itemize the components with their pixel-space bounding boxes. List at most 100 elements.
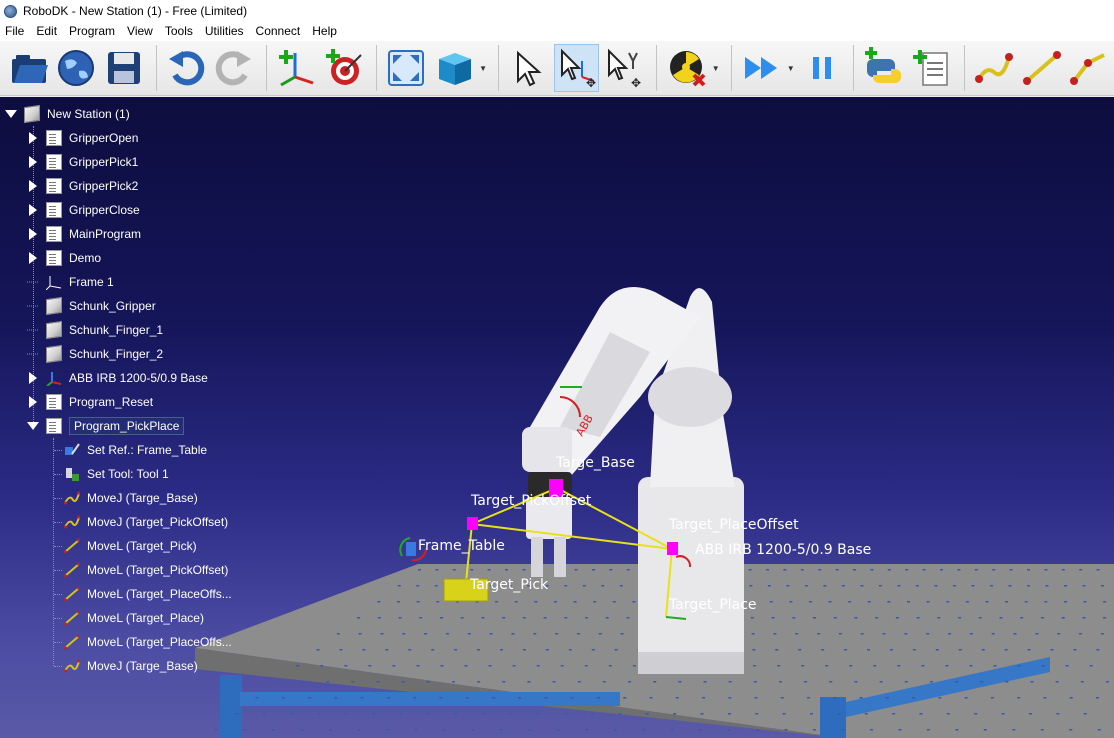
menu-edit[interactable]: Edit [31, 22, 64, 41]
table-hole [471, 729, 475, 731]
table-hole [1083, 713, 1087, 715]
collapse-arrow-icon[interactable] [4, 107, 18, 121]
move-reference-button[interactable]: ✥ [553, 44, 600, 92]
web-button[interactable] [54, 44, 100, 92]
label-target-placeoffset[interactable]: Target_PlaceOffset [669, 517, 799, 533]
collision-check-button[interactable] [664, 44, 710, 92]
add-joint-move-button[interactable] [971, 44, 1017, 92]
target-pickoffset-marker[interactable] [467, 517, 478, 530]
view-cube-button[interactable] [431, 44, 477, 92]
program-instruction[interactable]: MoveL (Target_Place) [54, 607, 204, 629]
table-hole [912, 697, 916, 699]
view-dropdown-arrow[interactable]: ▼ [479, 44, 488, 92]
program-icon [46, 250, 62, 266]
tree-item-gripperpick2[interactable]: GripperPick2 [26, 175, 138, 197]
title-bar: RoboDK - New Station (1) - Free (Limited… [0, 0, 1114, 22]
tree-connector [54, 666, 62, 667]
program-instruction[interactable]: MoveL (Target_Pick) [54, 535, 197, 557]
tree-item-program-reset[interactable]: Program_Reset [26, 391, 153, 413]
table-hole [1089, 665, 1093, 667]
tree-item-demo[interactable]: Demo [26, 247, 101, 269]
menu-view[interactable]: View [122, 22, 160, 41]
select-button[interactable] [506, 44, 552, 92]
add-program-button[interactable] [909, 44, 955, 92]
open-button[interactable] [6, 44, 52, 92]
menu-connect[interactable]: Connect [251, 22, 308, 41]
fast-simulation-button[interactable] [739, 44, 785, 92]
tree-root[interactable]: New Station (1) [4, 103, 130, 125]
table-hole [829, 681, 833, 683]
tree-item-abb-irb-1200-5-0-9-base[interactable]: ABB IRB 1200-5/0.9 Base [26, 367, 208, 389]
label-target-pickoffset[interactable]: Target_PickOffset [471, 493, 591, 509]
label-target-place[interactable]: Target_Place [669, 597, 757, 613]
table-hole [804, 585, 808, 587]
program-instruction[interactable]: Set Ref.: Frame_Table [54, 439, 207, 461]
menu-tools[interactable]: Tools [160, 22, 200, 41]
redo-button[interactable] [211, 44, 257, 92]
table-hole [614, 649, 618, 651]
table-hole [841, 585, 845, 587]
table-hole [488, 665, 492, 667]
collapse-arrow-icon[interactable] [26, 419, 40, 433]
tree-item-mainprogram[interactable]: MainProgram [26, 223, 141, 245]
menu-help[interactable]: Help [307, 22, 344, 41]
table-hole [1044, 569, 1048, 571]
expand-arrow-icon[interactable] [26, 251, 40, 265]
label-target-pick[interactable]: Target_Pick [470, 577, 548, 593]
move-tool-button[interactable]: ✥ [601, 44, 647, 92]
expand-arrow-icon[interactable] [26, 131, 40, 145]
program-instruction[interactable]: MoveL (Target_PlaceOffs... [54, 583, 232, 605]
label-targe-base[interactable]: Targe_Base [556, 455, 635, 471]
program-instruction[interactable]: MoveJ (Targe_Base) [54, 487, 198, 509]
tree-item-program-pickplace[interactable]: Program_PickPlace [26, 415, 185, 437]
tree-connector [54, 570, 62, 571]
tree-item-frame-1[interactable]: Frame 1 [26, 271, 114, 293]
table-hole [748, 569, 752, 571]
expand-arrow-icon[interactable] [26, 395, 40, 409]
program-instruction[interactable]: MoveJ (Targe_Base) [54, 655, 198, 677]
table-hole [1027, 569, 1030, 571]
collision-dropdown-arrow[interactable]: ▼ [711, 44, 720, 92]
add-linear-move-button[interactable] [1019, 44, 1065, 92]
table-hole [965, 601, 969, 603]
table-hole [1041, 665, 1045, 667]
expand-arrow-icon[interactable] [26, 179, 40, 193]
label-frame-table[interactable]: Frame_Table [418, 538, 505, 554]
main-toolbar: ▼ ✥ ✥ ▼ ▼ [0, 41, 1114, 96]
toolbar-separator [498, 45, 500, 91]
add-circular-move-button[interactable] [1067, 44, 1113, 92]
tree-item-schunk-finger-1[interactable]: Schunk_Finger_1 [26, 319, 163, 341]
tree-item-gripperpick1[interactable]: GripperPick1 [26, 151, 138, 173]
table-hole [848, 601, 852, 603]
table-hole [358, 633, 362, 635]
tree-root-label: New Station (1) [47, 107, 130, 121]
menu-program[interactable]: Program [64, 22, 122, 41]
save-button[interactable] [101, 44, 147, 92]
add-python-button[interactable] [861, 44, 907, 92]
program-instruction[interactable]: MoveL (Target_PlaceOffs... [54, 631, 232, 653]
program-instruction[interactable]: MoveL (Target_PickOffset) [54, 559, 228, 581]
fit-all-button[interactable] [384, 44, 430, 92]
expand-arrow-icon[interactable] [26, 371, 40, 385]
table-hole [946, 601, 950, 603]
pause-button[interactable] [799, 44, 845, 92]
simulation-dropdown-arrow[interactable]: ▼ [786, 44, 795, 92]
3d-viewport[interactable]: ABB Targe_Base Target_PickOffset Target_… [0, 97, 1114, 738]
add-frame-button[interactable] [274, 44, 320, 92]
menu-file[interactable]: File [0, 22, 31, 41]
table-hole [800, 569, 804, 571]
menu-utilities[interactable]: Utilities [200, 22, 251, 41]
target-placeoffset-marker[interactable] [667, 542, 678, 555]
expand-arrow-icon[interactable] [26, 155, 40, 169]
tree-item-schunk-gripper[interactable]: Schunk_Gripper [26, 295, 156, 317]
program-instruction[interactable]: Set Tool: Tool 1 [54, 463, 169, 485]
expand-arrow-icon[interactable] [26, 227, 40, 241]
undo-button[interactable] [164, 44, 210, 92]
program-instruction[interactable]: MoveJ (Target_PickOffset) [54, 511, 228, 533]
tree-item-gripperopen[interactable]: GripperOpen [26, 127, 138, 149]
tree-item-gripperclose[interactable]: GripperClose [26, 199, 140, 221]
add-target-button[interactable] [321, 44, 367, 92]
tree-item-schunk-finger-2[interactable]: Schunk_Finger_2 [26, 343, 163, 365]
expand-arrow-icon[interactable] [26, 203, 40, 217]
label-robot-base[interactable]: ABB IRB 1200-5/0.9 Base [695, 542, 871, 558]
